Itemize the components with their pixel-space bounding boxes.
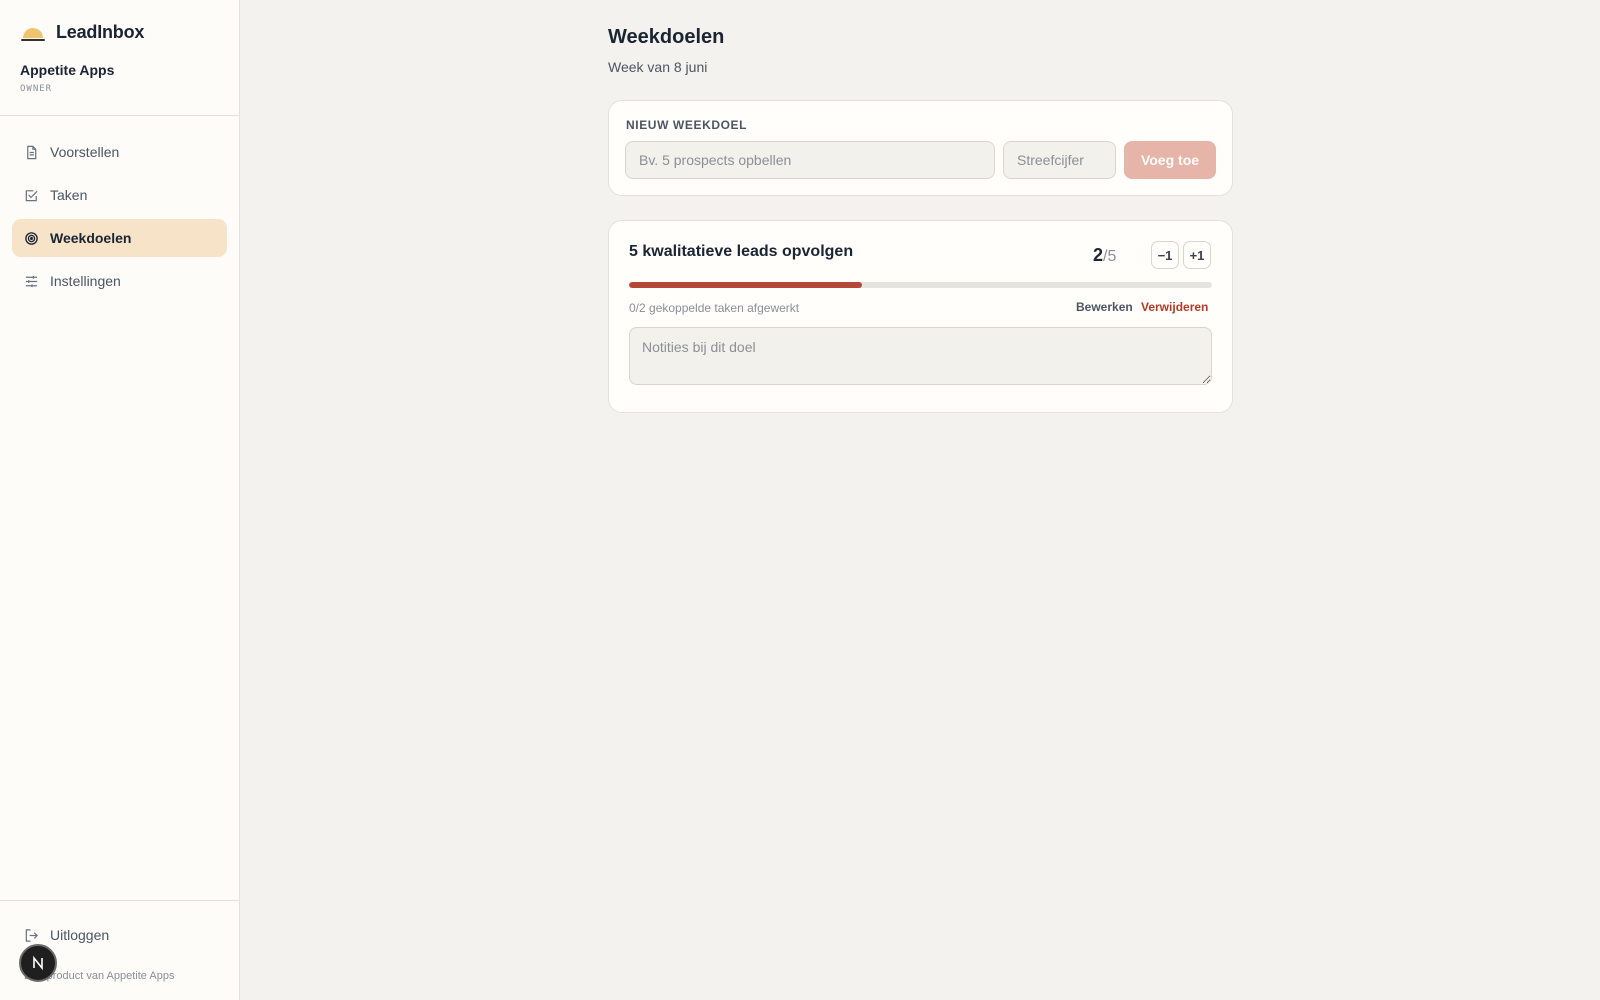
target-icon [25,231,38,245]
sidebar-divider [0,115,239,116]
sliders-icon [25,275,38,287]
sidebar-item-label: Weekdoelen [50,230,132,246]
main-content: Weekdoelen Week van 8 juni NIEUW WEEKDOE… [608,26,1233,413]
new-goal-label: NIEUW WEEKDOEL [626,118,748,132]
goal-current-value: 2 [1093,245,1104,265]
org-role: OWNER [20,84,53,94]
logout-label: Uitloggen [50,927,110,943]
goal-name-input[interactable] [625,141,995,179]
n-logo-icon [33,955,43,971]
delete-goal-link[interactable]: Verwijderen [1141,300,1208,314]
sunrise-logo-icon [21,27,45,41]
checkbox-icon [25,189,38,201]
sidebar: LeadInbox Appetite Apps OWNER Voorstelle… [0,0,240,1000]
goal-progress-count: 2 / 5 [1093,245,1116,266]
increment-button[interactable]: +1 [1183,241,1211,269]
org-name: Appetite Apps [20,62,115,78]
sidebar-item-weekdoelen[interactable]: Weekdoelen [12,219,227,257]
decrement-button[interactable]: −1 [1151,241,1179,269]
goal-progress-fill [629,282,863,288]
org-info: Appetite Apps OWNER [20,62,114,94]
sidebar-item-label: Instellingen [50,273,121,289]
sidebar-nav: Voorstellen Taken Weekdoelen Instellinge… [12,133,227,305]
goal-progress-bar [629,282,1212,288]
new-goal-card: NIEUW WEEKDOEL Voeg toe [608,100,1233,196]
sidebar-item-voorstellen[interactable]: Voorstellen [12,133,227,171]
logout-icon [25,928,38,942]
logout-button[interactable]: Uitloggen [24,927,109,943]
sidebar-item-instellingen[interactable]: Instellingen [12,262,227,300]
sidebar-item-taken[interactable]: Taken [12,176,227,214]
sidebar-item-label: Voorstellen [50,144,120,160]
app-name: LeadInbox [56,22,145,42]
linked-tasks-status: 0/2 gekoppelde taken afgewerkt [629,301,800,315]
page-subtitle: Week van 8 juni [608,59,708,75]
goal-card: 5 kwalitatieve leads opvolgen 2 / 5 −1 +… [608,220,1233,413]
goal-title: 5 kwalitatieve leads opvolgen [629,243,854,260]
goal-notes-textarea[interactable] [629,327,1212,385]
sidebar-item-label: Taken [50,187,88,203]
page-title: Weekdoelen [608,26,725,48]
sidebar-divider [0,900,239,901]
edit-goal-link[interactable]: Bewerken [1076,300,1133,314]
add-goal-button[interactable]: Voeg toe [1124,141,1216,179]
next-devtools-button[interactable] [19,944,57,982]
goal-target-value: 5 [1107,248,1117,265]
brand[interactable]: LeadInbox [20,22,144,43]
document-icon [27,145,37,159]
goal-target-input[interactable] [1003,141,1116,179]
